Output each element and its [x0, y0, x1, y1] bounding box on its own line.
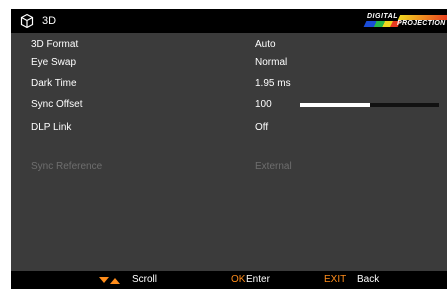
up-down-arrows-icon [99, 277, 120, 284]
slider-fill [300, 103, 370, 107]
menu-item-label: Sync Reference [31, 161, 103, 172]
menu-item-label: Sync Offset [31, 99, 83, 110]
menu-item-sync-reference: Sync Reference External [11, 159, 447, 175]
title-bar: 3D DIGITAL PROJECTION [11, 9, 447, 33]
exit-key: EXIT [324, 274, 347, 285]
menu-item-label: DLP Link [31, 122, 72, 133]
menu-item-value: External [255, 161, 292, 172]
menu-item-dlp-link[interactable]: DLP Link Off [11, 120, 447, 136]
scroll-label: Scroll [132, 274, 158, 285]
menu-item-label: Eye Swap [31, 57, 77, 68]
menu-item-dark-time[interactable]: Dark Time 1.95 ms [11, 76, 447, 92]
3d-cube-icon [20, 13, 34, 29]
menu-item-label: Dark Time [31, 78, 77, 89]
menu-item-value: Off [255, 122, 269, 133]
menu-item-value: 1.95 ms [255, 78, 291, 89]
enter-label: Enter [246, 274, 270, 285]
sync-offset-slider[interactable] [300, 103, 439, 107]
menu-item-label: 3D Format [31, 39, 79, 50]
menu-item-3d-format[interactable]: 3D Format Auto [11, 37, 447, 53]
ok-key: OK [231, 274, 246, 285]
menu-item-sync-offset[interactable]: Sync Offset 100 [11, 97, 447, 113]
menu-item-value: Normal [255, 57, 288, 68]
menu-item-eye-swap[interactable]: Eye Swap Normal [11, 55, 447, 71]
page-title: 3D [42, 15, 57, 27]
back-label: Back [357, 274, 380, 285]
osd-menu-panel: 3D DIGITAL PROJECTION 3D Format Auto Eye… [11, 9, 447, 289]
menu-item-value: Auto [255, 39, 276, 50]
menu-item-value: 100 [255, 99, 272, 110]
footer-bar: Scroll OK Enter EXIT Back [11, 271, 447, 289]
brand-logo: DIGITAL PROJECTION [363, 13, 447, 31]
